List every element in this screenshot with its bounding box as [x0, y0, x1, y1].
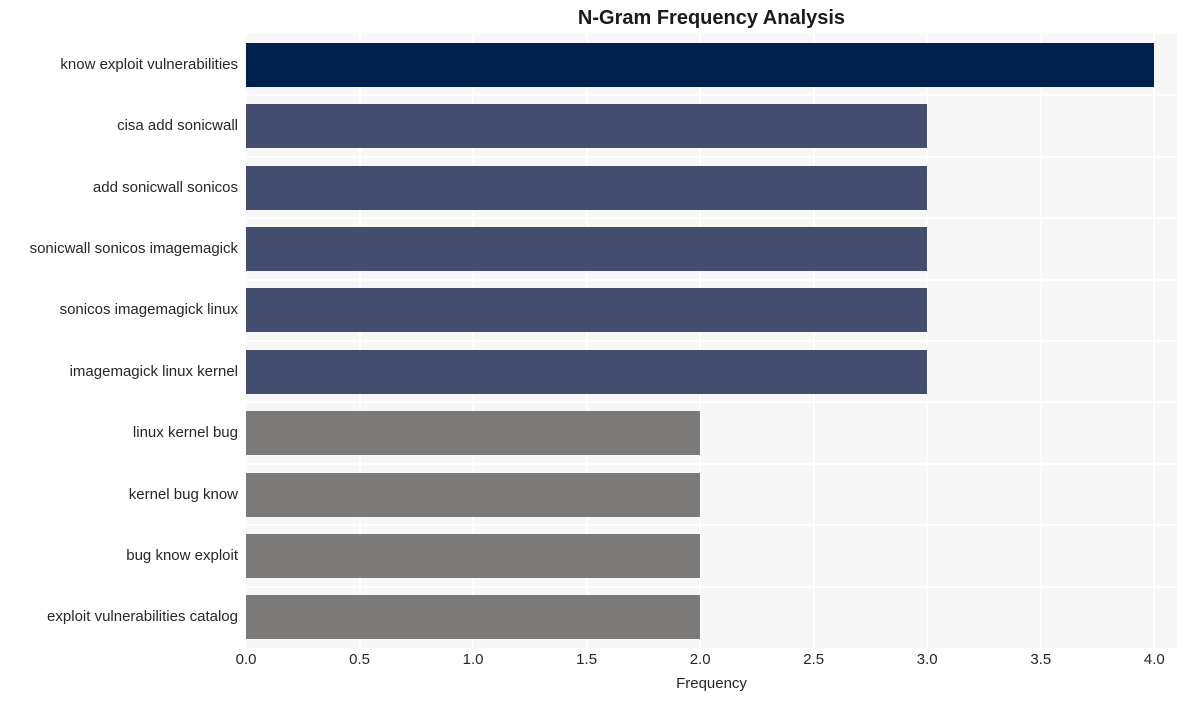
- x-tick-label: 3.0: [916, 651, 938, 668]
- y-tick-label: bug know exploit: [126, 546, 238, 564]
- x-axis-title: Frequency: [676, 675, 747, 692]
- bar[interactable]: [246, 411, 701, 456]
- x-tick-label: 0.5: [349, 651, 370, 668]
- y-tick-label: linux kernel bug: [132, 424, 238, 442]
- y-tick-label: sonicos imagemagick linux: [59, 301, 238, 319]
- y-tick-label: kernel bug know: [128, 485, 238, 503]
- x-tick-label: 3.5: [1030, 651, 1052, 668]
- chart-figure: N-Gram Frequency Analysis know exploit v…: [0, 0, 1185, 701]
- plot-area: [246, 34, 1177, 648]
- y-axis-tick-labels: know exploit vulnerabilities cisa add son…: [0, 34, 238, 648]
- y-tick-label: sonicwall sonicos imagemagick: [29, 239, 238, 257]
- gridline-horizontal: [246, 340, 1177, 342]
- page-title: N-Gram Frequency Analysis: [577, 7, 846, 29]
- gridline-horizontal: [246, 462, 1177, 465]
- bar[interactable]: [246, 226, 928, 271]
- gridline-horizontal: [246, 524, 1177, 527]
- x-tick-label: 2.0: [689, 651, 711, 668]
- gridline-horizontal: [246, 94, 1177, 97]
- y-tick-label: imagemagick linux kernel: [69, 362, 238, 380]
- x-tick-label: 1.5: [576, 651, 598, 668]
- x-tick-label: 4.0: [1143, 651, 1165, 668]
- gridline-horizontal: [246, 155, 1177, 158]
- y-tick-label: exploit vulnerabilities catalog: [47, 608, 238, 626]
- x-axis-tick-labels: 0.0 0.5 1.0 1.5 2.0 2.5 3.0 3.5 4.0: [236, 650, 1177, 672]
- x-tick-label: 2.5: [803, 651, 825, 668]
- bar[interactable]: [246, 533, 701, 578]
- bar[interactable]: [246, 104, 928, 149]
- bar[interactable]: [246, 349, 928, 394]
- bar[interactable]: [246, 288, 928, 333]
- bar[interactable]: [246, 595, 701, 640]
- bar[interactable]: [246, 42, 1155, 87]
- gridline-horizontal: [246, 217, 1177, 220]
- x-tick-label: 0.0: [235, 651, 257, 668]
- gridline-horizontal: [246, 401, 1177, 404]
- y-tick-label: add sonicwall sonicos: [92, 178, 238, 196]
- gridline-horizontal: [246, 585, 1177, 588]
- y-tick-label: cisa add sonicwall: [117, 117, 238, 135]
- y-tick-label: know exploit vulnerabilities: [60, 55, 238, 73]
- x-tick-label: 1.0: [462, 651, 484, 668]
- bar[interactable]: [246, 472, 701, 517]
- gridline-horizontal: [246, 278, 1177, 281]
- bar[interactable]: [246, 165, 928, 210]
